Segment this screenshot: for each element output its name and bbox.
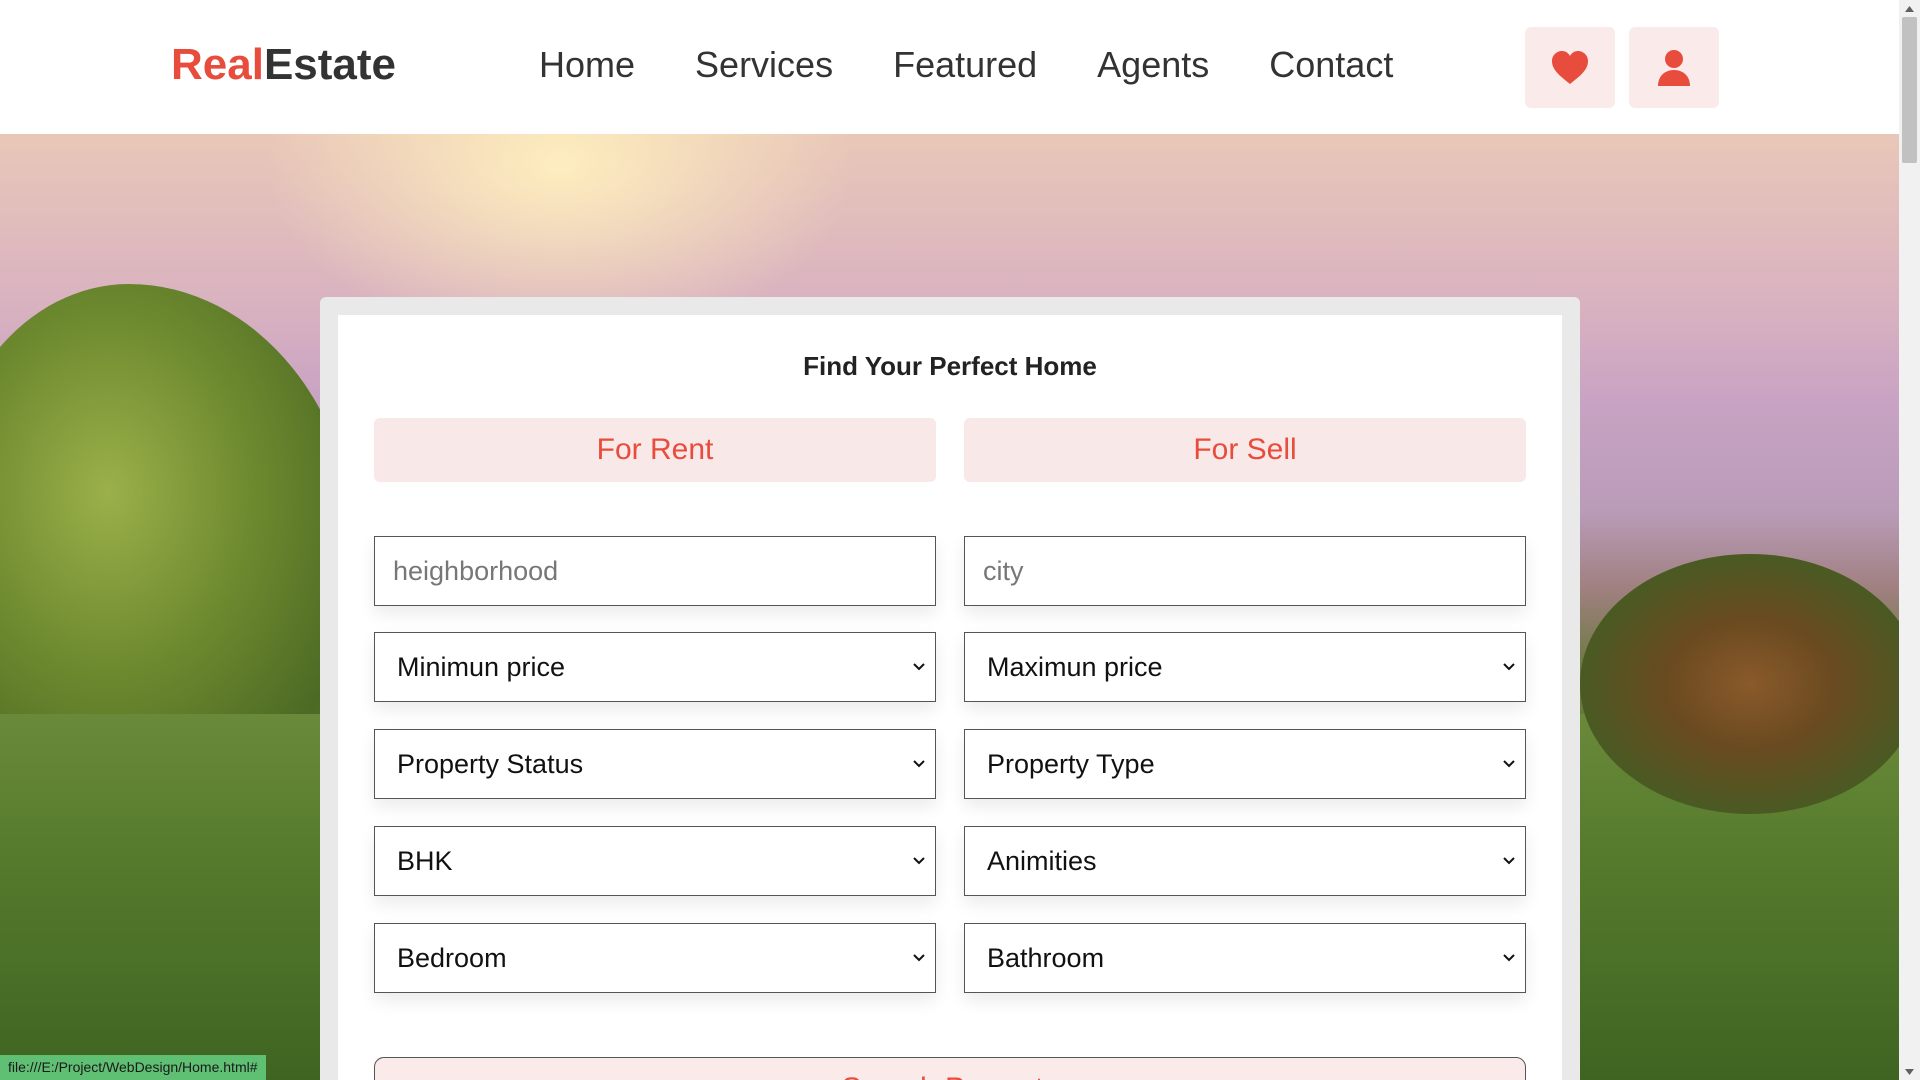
main-nav: Home Services Featured Agents Contact [539, 44, 1453, 86]
property-status-select[interactable]: Property Status [374, 729, 936, 799]
site-header: RealEstate Home Services Featured Agents… [0, 0, 1899, 134]
logo-part-estate: Estate [263, 40, 397, 89]
bedroom-value: Bedroom [397, 942, 507, 973]
chevron-down-icon [913, 760, 925, 768]
link-status-bar: file:///E:/Project/WebDesign/Home.html# [0, 1055, 266, 1080]
city-input[interactable]: city [964, 536, 1526, 606]
chevron-down-icon [1503, 663, 1515, 671]
chevron-down-icon [1503, 760, 1515, 768]
scroll-down-arrow-icon[interactable] [1899, 1063, 1920, 1080]
nav-agents[interactable]: Agents [1097, 44, 1209, 86]
bhk-select[interactable]: BHK [374, 826, 936, 896]
chevron-down-icon [913, 954, 925, 962]
neighborhood-input[interactable]: heighborhood [374, 536, 936, 606]
search-card: Find Your Perfect Home For Rent For Sell… [338, 315, 1562, 1080]
min-price-value: Minimun price [397, 651, 566, 682]
scrollbar-thumb[interactable] [1902, 17, 1917, 163]
amenities-value: Animities [987, 845, 1097, 876]
favorites-button[interactable] [1525, 27, 1615, 108]
min-price-select[interactable]: Minimun price [374, 632, 936, 702]
chevron-down-icon [1503, 954, 1515, 962]
chevron-down-icon [913, 857, 925, 865]
tab-for-sell[interactable]: For Sell [964, 418, 1526, 482]
nav-services[interactable]: Services [695, 44, 833, 86]
city-placeholder: city [983, 555, 1024, 586]
property-type-select[interactable]: Property Type [964, 729, 1526, 799]
logo-part-real: Real [171, 40, 264, 89]
page-scrollbar[interactable] [1899, 0, 1920, 1080]
chevron-down-icon [1503, 857, 1515, 865]
account-button[interactable] [1629, 27, 1719, 108]
site-logo[interactable]: RealEstate [171, 40, 396, 90]
bhk-value: BHK [397, 845, 453, 876]
hero-trees-right [1580, 554, 1899, 814]
heart-icon [1552, 50, 1588, 84]
nav-contact[interactable]: Contact [1269, 44, 1393, 86]
property-status-value: Property Status [397, 748, 584, 779]
property-type-value: Property Type [987, 748, 1155, 779]
bathroom-select[interactable]: Bathroom [964, 923, 1526, 993]
scroll-up-arrow-icon[interactable] [1899, 0, 1920, 17]
max-price-value: Maximun price [987, 651, 1163, 682]
chevron-down-icon [913, 663, 925, 671]
tab-for-rent[interactable]: For Rent [374, 418, 936, 482]
amenities-select[interactable]: Animities [964, 826, 1526, 896]
max-price-select[interactable]: Maximun price [964, 632, 1526, 702]
neighborhood-placeholder: heighborhood [393, 555, 559, 586]
bathroom-value: Bathroom [987, 942, 1105, 973]
user-icon [1658, 49, 1690, 86]
search-property-button[interactable]: Search Property [374, 1057, 1526, 1080]
nav-home[interactable]: Home [539, 44, 635, 86]
bedroom-select[interactable]: Bedroom [374, 923, 936, 993]
search-card-title: Find Your Perfect Home [803, 351, 1097, 381]
nav-featured[interactable]: Featured [893, 44, 1037, 86]
